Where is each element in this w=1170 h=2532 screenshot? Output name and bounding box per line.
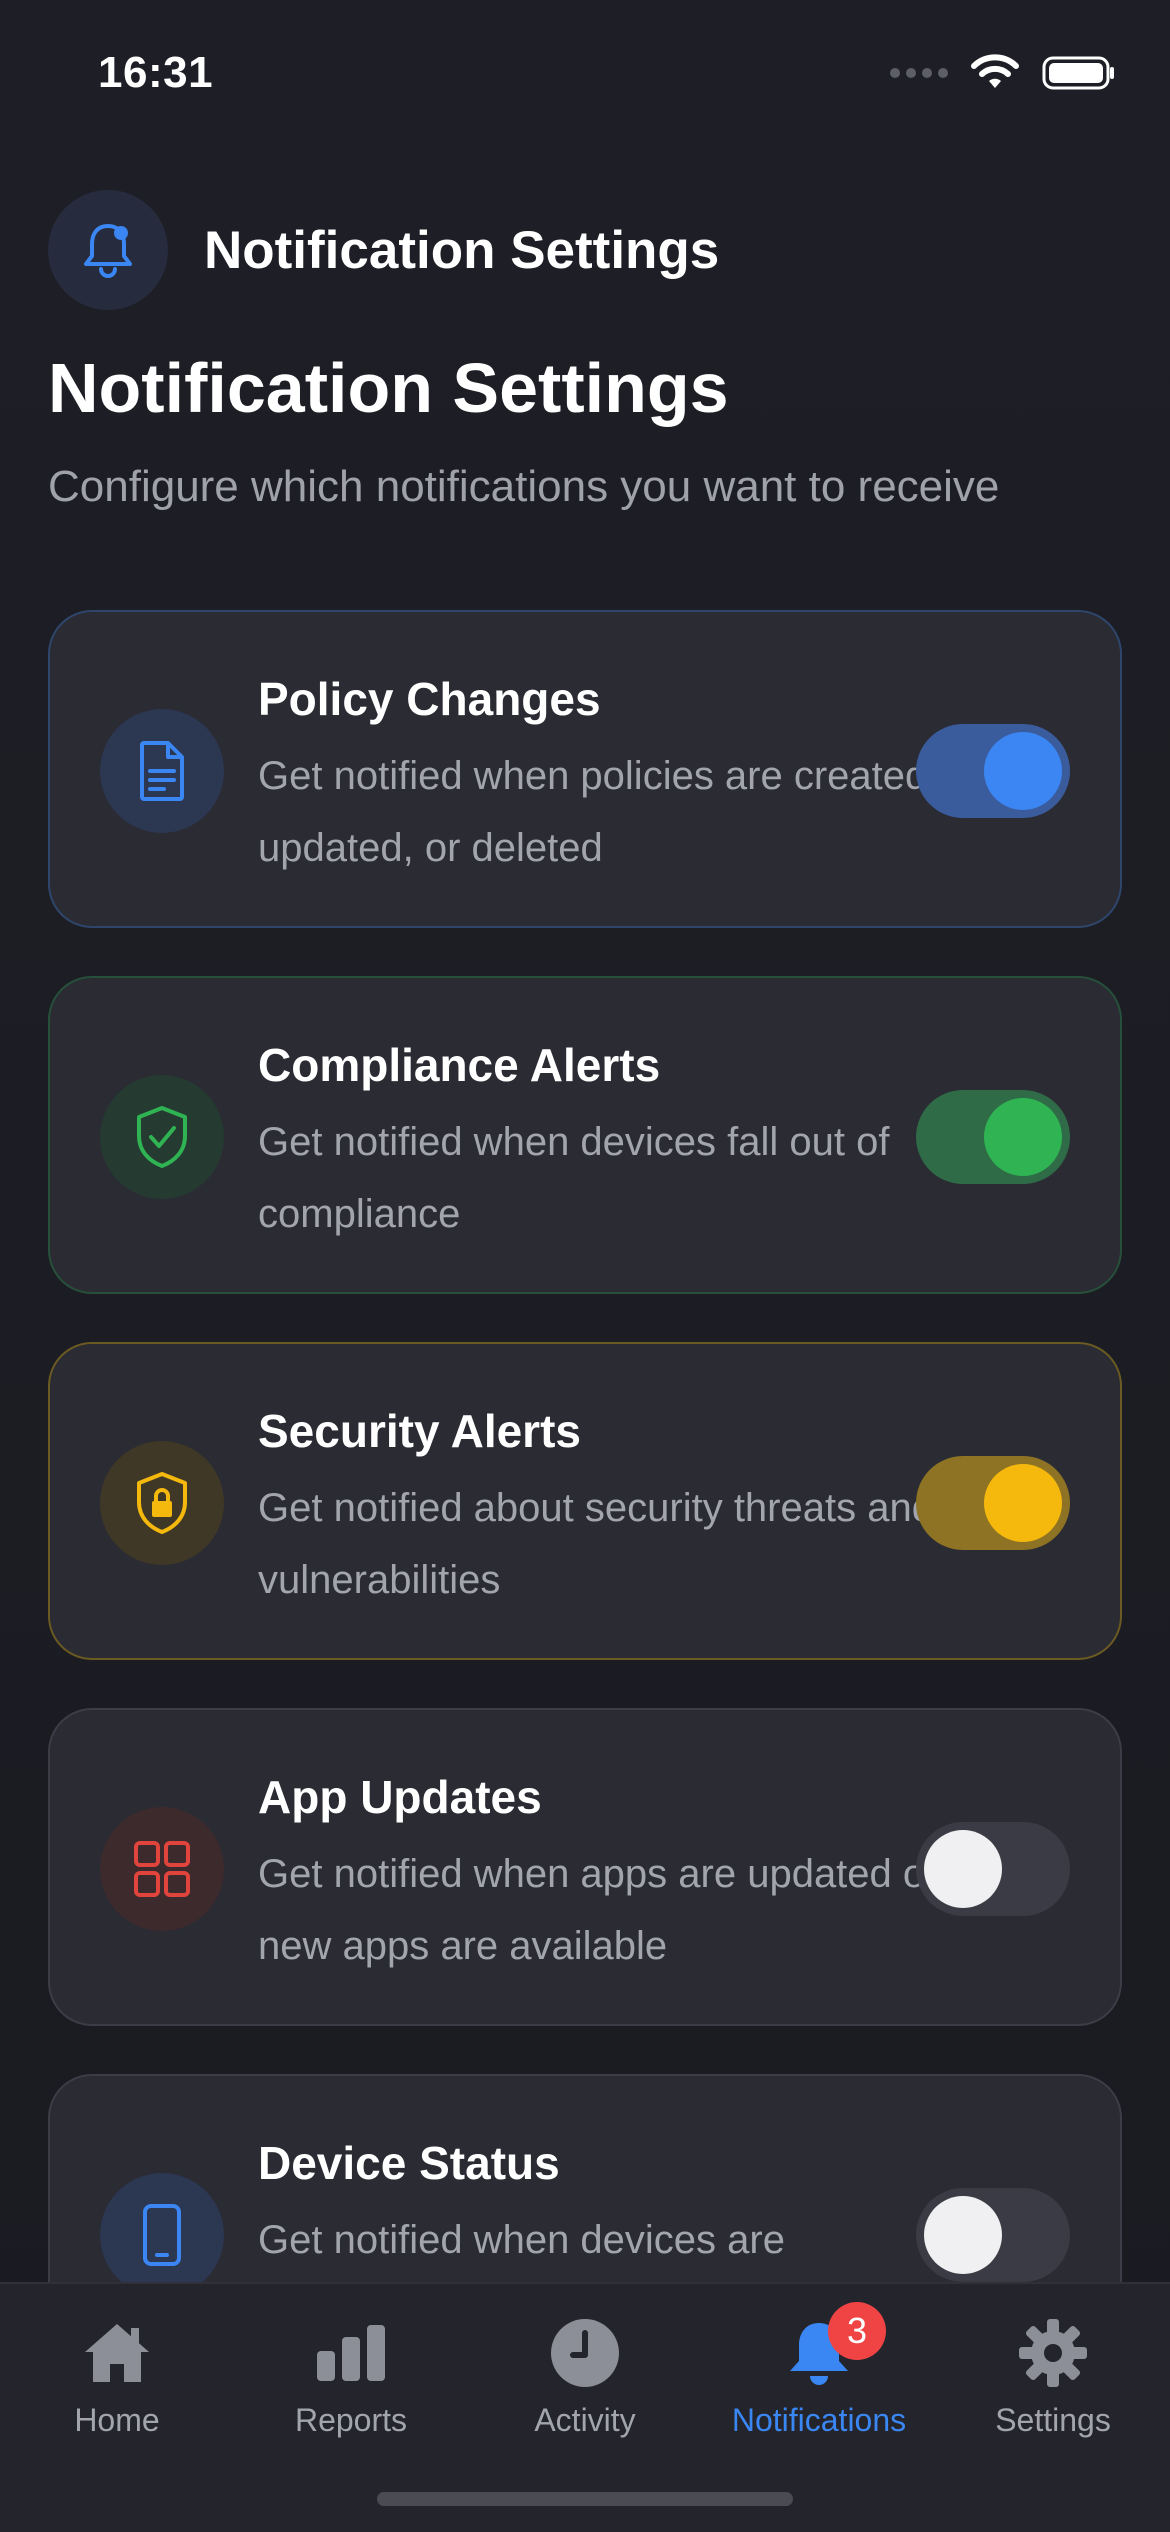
setting-title: Policy Changes [258, 673, 601, 725]
bell-icon [48, 190, 168, 310]
setting-title: App Updates [258, 1771, 542, 1823]
tab-bar: Home Reports Activity 3 Notifications Se… [0, 2282, 1170, 2532]
document-icon [100, 709, 224, 833]
setting-card-policy-changes: Policy Changes Get notified when policie… [48, 610, 1122, 928]
setting-card-security-alerts: Security Alerts Get notified about secur… [48, 1342, 1122, 1660]
setting-title: Device Status [258, 2137, 560, 2189]
page-subtitle: Configure which notifications you want t… [48, 462, 1000, 511]
tab-home[interactable]: Home [0, 2308, 234, 2439]
tab-label: Notifications [731, 2402, 907, 2438]
tab-label: Settings [995, 2402, 1111, 2438]
tab-label: Reports [294, 2402, 408, 2438]
security-alerts-toggle[interactable] [916, 1456, 1070, 1550]
policy-changes-toggle[interactable] [916, 724, 1070, 818]
tab-activity[interactable]: Activity [468, 2308, 702, 2439]
shield-lock-icon [100, 1441, 224, 1565]
gear-icon [1017, 2308, 1089, 2398]
status-time: 16:31 [98, 48, 214, 97]
tab-reports[interactable]: Reports [234, 2308, 468, 2439]
phone-icon [100, 2173, 224, 2297]
app-header: Notification Settings [48, 190, 719, 310]
wifi-icon [971, 54, 1019, 88]
setting-description: Get notified when devices are [258, 2218, 785, 2262]
clock-icon [549, 2308, 621, 2398]
compliance-alerts-toggle[interactable] [916, 1090, 1070, 1184]
cellular-signal-icon [890, 68, 948, 78]
setting-description: Get notified when policies are created, … [258, 754, 939, 870]
battery-icon [1042, 56, 1114, 90]
notification-count-badge: 3 [828, 2302, 886, 2360]
status-bar: 16:31 [0, 0, 1170, 140]
notification-settings-screen: 16:31 Notification Settings Notification… [0, 0, 1170, 2532]
bell-icon: 3 [784, 2302, 886, 2398]
tab-notifications[interactable]: 3 Notifications [702, 2302, 936, 2439]
notification-settings-list: Policy Changes Get notified when policie… [48, 610, 1122, 2440]
status-icons [890, 54, 1116, 92]
device-status-toggle[interactable] [916, 2188, 1070, 2282]
shield-check-icon [100, 1075, 224, 1199]
home-indicator[interactable] [377, 2492, 793, 2506]
setting-description: Get notified when apps are updated or ne… [258, 1852, 939, 1968]
setting-description: Get notified about security threats and … [258, 1486, 934, 1602]
setting-card-compliance-alerts: Compliance Alerts Get notified when devi… [48, 976, 1122, 1294]
tab-label: Home [74, 2402, 160, 2438]
apps-grid-icon [100, 1807, 224, 1931]
setting-description: Get notified when devices fall out of co… [258, 1120, 890, 1236]
tab-settings[interactable]: Settings [936, 2308, 1170, 2439]
home-icon [81, 2308, 153, 2398]
app-updates-toggle[interactable] [916, 1822, 1070, 1916]
setting-card-app-updates: App Updates Get notified when apps are u… [48, 1708, 1122, 2026]
header-title: Notification Settings [204, 220, 720, 280]
tab-label: Activity [534, 2402, 636, 2438]
setting-title: Compliance Alerts [258, 1039, 661, 1091]
bar-chart-icon [315, 2308, 387, 2398]
page-title: Notification Settings [48, 349, 729, 427]
setting-title: Security Alerts [258, 1405, 581, 1457]
